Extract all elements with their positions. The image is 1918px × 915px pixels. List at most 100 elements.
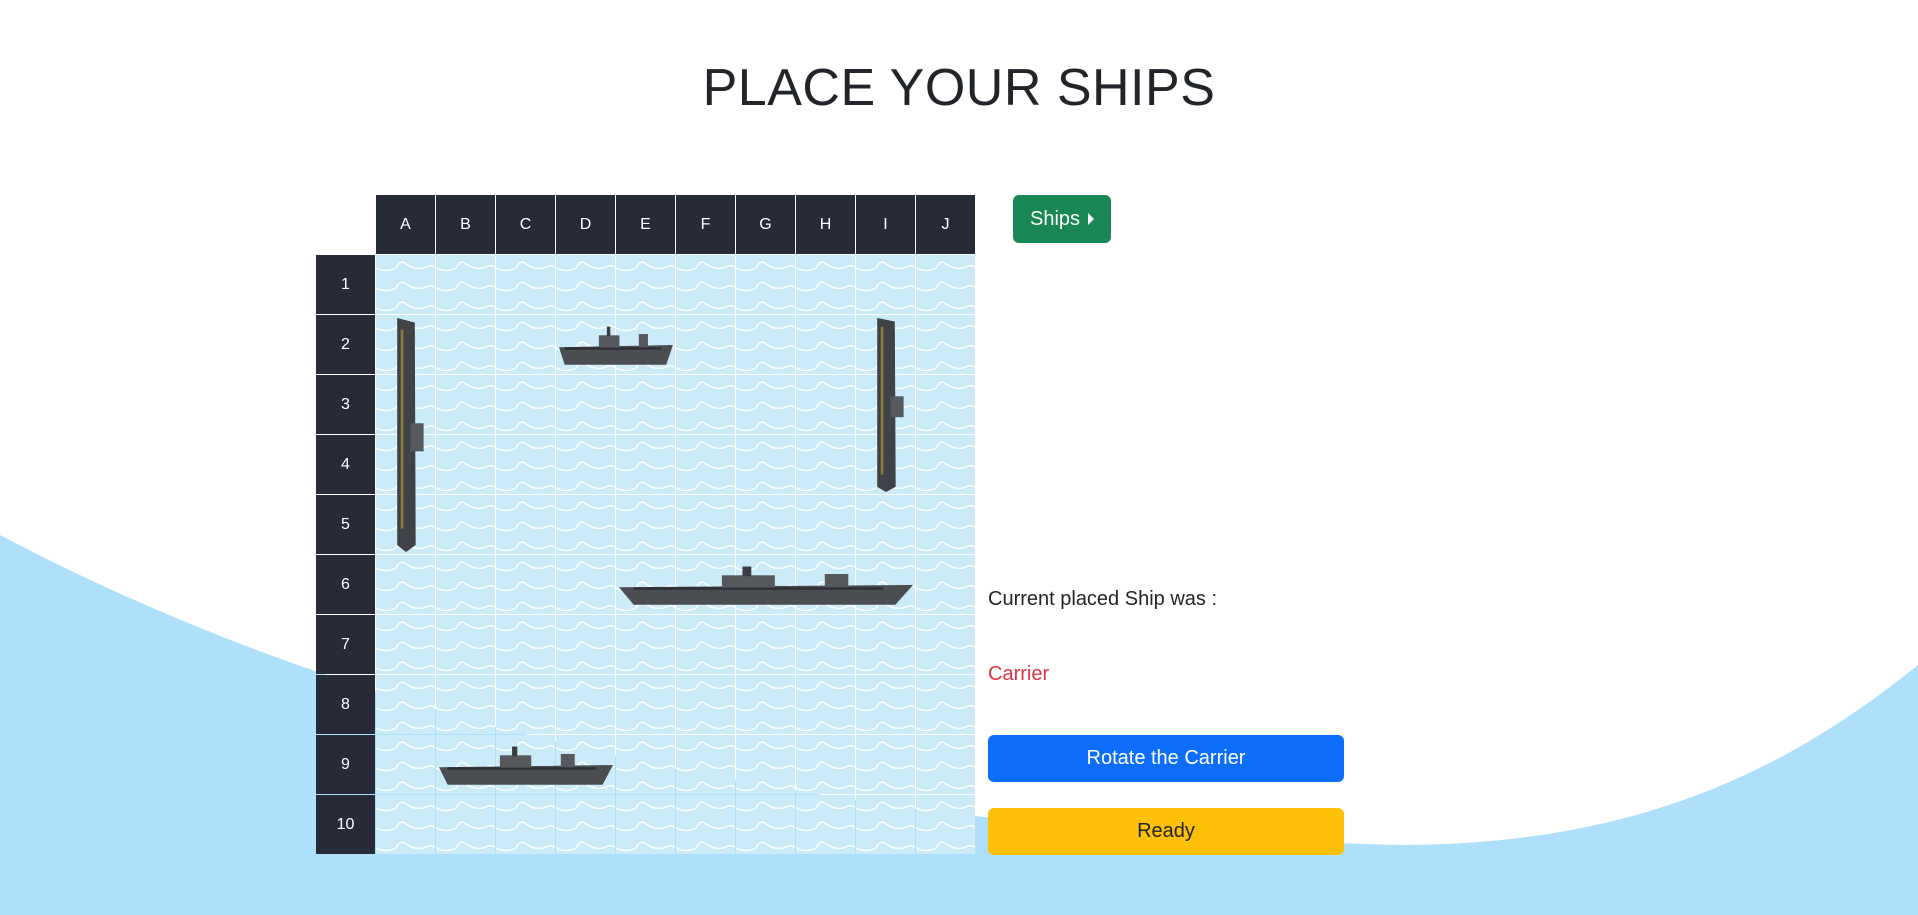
grid-cell-i7[interactable] [856,615,915,674]
column-header-e: E [616,195,675,254]
grid-cell-d10[interactable] [556,795,615,854]
grid-cell-d4[interactable] [556,435,615,494]
current-placed-ship: Carrier [988,663,1050,685]
column-header-g: G [736,195,795,254]
grid-cell-a6[interactable] [376,555,435,614]
grid-cell-c8[interactable] [496,675,555,734]
row-header-8: 8 [316,675,375,734]
grid-cell-b3[interactable] [436,375,495,434]
grid-cell-e8[interactable] [616,675,675,734]
grid-cell-f2[interactable] [676,315,735,374]
grid-cell-g3[interactable] [736,375,795,434]
grid-cell-c10[interactable] [496,795,555,854]
grid-cell-e10[interactable] [616,795,675,854]
grid-cell-b6[interactable] [436,555,495,614]
grid-cell-f7[interactable] [676,615,735,674]
destroyer-icon[interactable] [559,323,673,372]
column-header-i: I [856,195,915,254]
grid-cell-e4[interactable] [616,435,675,494]
grid-cell-c4[interactable] [496,435,555,494]
grid-cell-b10[interactable] [436,795,495,854]
grid-cell-j4[interactable] [916,435,975,494]
grid-cell-b7[interactable] [436,615,495,674]
grid-cell-a10[interactable] [376,795,435,854]
grid-cell-d7[interactable] [556,615,615,674]
grid-cell-c5[interactable] [496,495,555,554]
grid-cell-g1[interactable] [736,255,795,314]
grid-cell-j9[interactable] [916,735,975,794]
grid-cell-e3[interactable] [616,375,675,434]
grid-cell-d8[interactable] [556,675,615,734]
grid-cell-h7[interactable] [796,615,855,674]
grid-cell-f4[interactable] [676,435,735,494]
grid-cell-j2[interactable] [916,315,975,374]
grid-cell-i8[interactable] [856,675,915,734]
grid-cell-c7[interactable] [496,615,555,674]
grid-cell-j7[interactable] [916,615,975,674]
grid-cell-i1[interactable] [856,255,915,314]
column-header-j: J [916,195,975,254]
grid-cell-b5[interactable] [436,495,495,554]
grid-cell-f5[interactable] [676,495,735,554]
battleship-vertical-icon[interactable] [384,318,428,557]
grid-cell-c1[interactable] [496,255,555,314]
grid-cell-j5[interactable] [916,495,975,554]
submarine-vertical-icon[interactable] [864,318,908,497]
grid-cell-a9[interactable] [376,735,435,794]
grid-cell-c2[interactable] [496,315,555,374]
grid-cell-b8[interactable] [436,675,495,734]
grid-cell-d6[interactable] [556,555,615,614]
grid-cell-a8[interactable] [376,675,435,734]
ships-button[interactable]: Ships [1013,195,1111,243]
grid-cell-g2[interactable] [736,315,795,374]
grid-cell-e9[interactable] [616,735,675,794]
grid-cell-d1[interactable] [556,255,615,314]
grid-cell-a7[interactable] [376,615,435,674]
cruiser-icon[interactable] [439,743,613,792]
grid-cell-j1[interactable] [916,255,975,314]
grid-cell-j6[interactable] [916,555,975,614]
grid-cell-i9[interactable] [856,735,915,794]
rotate-ship-button[interactable]: Rotate the Carrier [988,735,1344,782]
grid-cell-g4[interactable] [736,435,795,494]
grid-cell-j8[interactable] [916,675,975,734]
grid-cell-h10[interactable] [796,795,855,854]
grid-cell-h9[interactable] [796,735,855,794]
grid-cell-g7[interactable] [736,615,795,674]
grid-cell-c6[interactable] [496,555,555,614]
grid-cell-h1[interactable] [796,255,855,314]
grid-cell-e7[interactable] [616,615,675,674]
grid-cell-g8[interactable] [736,675,795,734]
grid-cell-b1[interactable] [436,255,495,314]
grid-cell-e5[interactable] [616,495,675,554]
grid-cell-a1[interactable] [376,255,435,314]
grid-cell-j3[interactable] [916,375,975,434]
ready-button[interactable]: Ready [988,808,1344,855]
grid-cell-i5[interactable] [856,495,915,554]
grid-cell-g9[interactable] [736,735,795,794]
grid-cell-c3[interactable] [496,375,555,434]
game-board: A B C D E F G H I J 1 2 3 4 5 6 7 8 9 10 [316,195,976,855]
grid-cell-d3[interactable] [556,375,615,434]
grid-cell-f9[interactable] [676,735,735,794]
grid-cell-f10[interactable] [676,795,735,854]
grid-cell-b4[interactable] [436,435,495,494]
grid-cell-h4[interactable] [796,435,855,494]
grid-cell-g5[interactable] [736,495,795,554]
carrier-icon[interactable] [619,563,913,612]
row-header-4: 4 [316,435,375,494]
grid-cell-j10[interactable] [916,795,975,854]
grid-cell-f1[interactable] [676,255,735,314]
grid-cell-f8[interactable] [676,675,735,734]
grid-cell-g10[interactable] [736,795,795,854]
grid-cell-d5[interactable] [556,495,615,554]
grid-cell-h8[interactable] [796,675,855,734]
grid-cell-h3[interactable] [796,375,855,434]
grid-cell-h5[interactable] [796,495,855,554]
grid-cell-i10[interactable] [856,795,915,854]
grid-cell-b2[interactable] [436,315,495,374]
grid-cell-h2[interactable] [796,315,855,374]
grid-cell-f3[interactable] [676,375,735,434]
row-header-7: 7 [316,615,375,674]
grid-cell-e1[interactable] [616,255,675,314]
